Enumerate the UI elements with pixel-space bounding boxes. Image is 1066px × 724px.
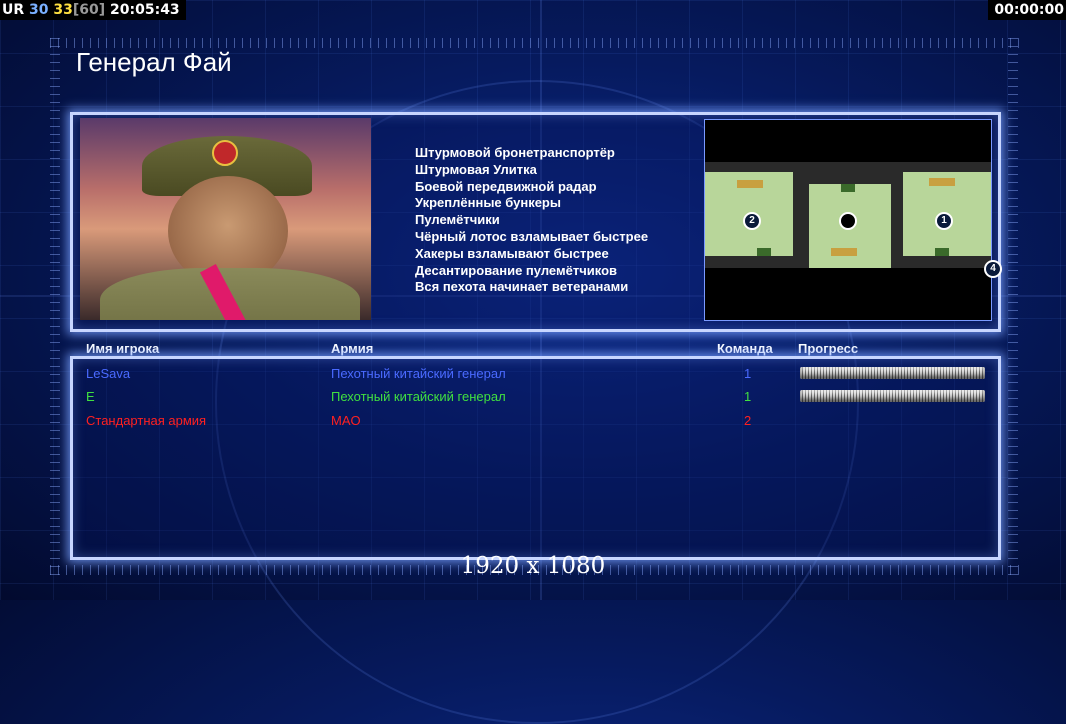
bonus-item: Пулемётчики [415,212,500,228]
player-team: 2 [744,413,752,428]
map-ramp [935,248,949,256]
start-position-slot-empty[interactable] [839,212,857,230]
header-progress: Прогресс [798,341,859,356]
map-ramp [841,184,855,192]
hud-fps: 30 [29,2,49,18]
bonus-item: Вся пехота начинает ветеранами [415,279,629,295]
player-name: LeSava [86,366,131,381]
map-preview[interactable]: 2 1 [704,119,992,321]
player-army: MAO [331,413,361,428]
player-progress-bar [800,367,985,379]
general-bonuses-list: Штурмовой бронетранспортёр Штурмовая Ули… [415,145,648,296]
bonus-item: Чёрный лотос взламывает быстрее [415,228,649,244]
bonus-item: Боевой передвижной радар [415,178,597,194]
header-player-name: Имя игрока [86,341,160,356]
general-title: Генерал Фай [76,47,232,77]
supply-pile-icon [929,178,955,186]
player-team: 1 [744,389,752,404]
general-portrait [80,118,371,320]
hud-stats: UR 30 33[60] 20:05:43 [0,0,186,20]
header-team: Команда [717,341,773,356]
player-army: Пехотный китайский генерал [331,389,506,404]
ruler-right [1008,38,1018,575]
ruler-left [50,38,60,575]
bonus-item: Штурмовая Улитка [415,161,537,177]
start-position-slot-2[interactable]: 2 [743,212,761,230]
hud-timer: 00:00:00 [988,0,1066,20]
header-army: Армия [331,341,374,356]
bonus-item: Укреплённые бункеры [415,195,561,211]
player-progress-bar [800,390,985,402]
supply-pile-icon [831,248,857,256]
player-team: 1 [744,366,752,381]
player-name: Стандартная армия [86,413,207,428]
bonus-item: Десантирование пулемётчиков [415,262,618,278]
start-position-slot-4[interactable]: 4 [984,260,1002,278]
supply-pile-icon [737,180,763,188]
player-name: E [86,389,95,404]
hud-fps-secondary: 33 [53,2,73,18]
players-table [70,356,1001,560]
player-army: Пехотный китайский генерал [331,366,506,381]
bonus-item: Хакеры взламывают быстрее [415,245,609,261]
map-ramp [757,248,771,256]
bonus-item: Штурмовой бронетранспортёр [415,145,615,160]
start-position-slot-1[interactable]: 1 [935,212,953,230]
portrait-cap-badge [212,140,238,166]
hud-fps-cap: [60] [72,2,106,18]
resolution-label: 1920 x 1080 [460,553,606,579]
hud-clock: 20:05:43 [110,2,180,18]
hud-tag: UR [2,2,25,18]
